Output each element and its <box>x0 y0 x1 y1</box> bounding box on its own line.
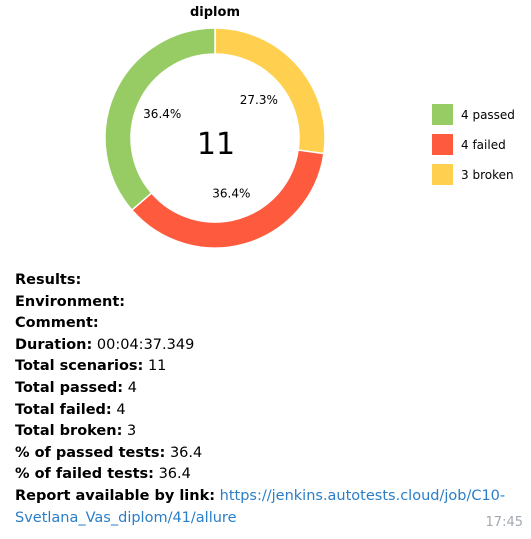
results-line: Results: <box>15 270 525 292</box>
message-bubble: diplom 27.3% 36.4% 36.4% 11 4 passed 4 fail… <box>0 0 531 539</box>
chart-center-total: 11 <box>197 127 235 162</box>
report-link-line: Report available by link: https://jenkin… <box>15 486 525 529</box>
slice-percent-label-broken: 27.3% <box>240 93 278 107</box>
pct-passed-label: % of passed tests: <box>15 444 166 461</box>
duration-label: Duration: <box>15 336 93 353</box>
comment-label: Comment: <box>15 315 99 332</box>
total-passed-label: Total passed: <box>15 379 124 396</box>
total-failed-label: Total failed: <box>15 401 112 418</box>
environment-label: Environment: <box>15 293 126 310</box>
total-scenarios-label: Total scenarios: <box>15 358 144 375</box>
legend-swatch-passed <box>432 104 453 125</box>
comment-line: Comment: <box>15 313 525 335</box>
duration-line: Duration: 00:04:37.349 <box>15 335 525 357</box>
total-scenarios-line: Total scenarios: 11 <box>15 356 525 378</box>
legend-swatch-failed <box>432 134 453 155</box>
pct-passed-value: 36.4 <box>169 444 203 461</box>
total-broken-value: 3 <box>126 423 137 440</box>
pct-passed-line: % of passed tests: 36.4 <box>15 443 525 465</box>
legend-swatch-broken <box>432 164 453 185</box>
legend-label-passed: 4 passed <box>461 108 515 122</box>
total-passed-line: Total passed: 4 <box>15 378 525 400</box>
message-timestamp: 17:45 <box>485 515 523 530</box>
legend-label-failed: 4 failed <box>461 138 506 152</box>
legend-label-broken: 3 broken <box>461 168 514 182</box>
report-text: Results: Environment: Comment: Duration:… <box>15 270 525 529</box>
total-scenarios-value: 11 <box>147 358 167 375</box>
total-broken-label: Total broken: <box>15 423 123 440</box>
report-link-label: Report available by link: <box>15 487 216 504</box>
chart-title: diplom <box>190 5 240 20</box>
total-broken-line: Total broken: 3 <box>15 421 525 443</box>
slice-percent-label-passed: 36.4% <box>143 107 181 121</box>
duration-value: 00:04:37.349 <box>96 336 195 353</box>
pct-failed-value: 36.4 <box>158 466 191 483</box>
donut-chart: diplom 27.3% 36.4% 36.4% 11 4 passed 4 fail… <box>104 5 515 249</box>
pct-failed-label: % of failed tests: <box>15 466 154 483</box>
results-label: Results: <box>15 272 82 288</box>
total-failed-line: Total failed: 4 <box>15 400 525 422</box>
environment-line: Environment: <box>15 292 525 314</box>
slice-percent-label-failed: 36.4% <box>212 187 250 201</box>
pct-failed-line: % of failed tests: 36.4 <box>15 464 525 486</box>
total-passed-value: 4 <box>127 379 137 396</box>
total-failed-value: 4 <box>116 401 126 418</box>
